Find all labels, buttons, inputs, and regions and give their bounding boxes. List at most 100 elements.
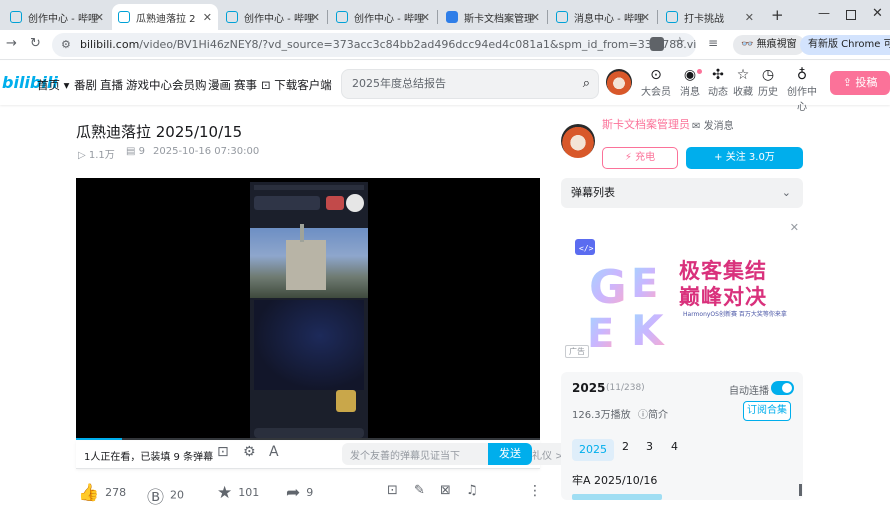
autoplay-label: 自动连播	[729, 386, 769, 397]
subscribe-collection-button[interactable]: 订阅合集	[743, 401, 791, 421]
url-input[interactable]: ⚙ bilibili.com/video/BV1Hi46zNEY8/?vd_so…	[52, 33, 696, 57]
share-arrow-icon: ➦	[286, 483, 301, 503]
send-message-link[interactable]: ✉ 发消息	[692, 117, 734, 132]
phone-sticker	[336, 390, 356, 412]
page-tab-active[interactable]: 2025	[572, 439, 614, 461]
header-history[interactable]: ◷ 历史	[751, 67, 785, 98]
close-tab-icon[interactable]: ✕	[311, 11, 320, 24]
collection-panel: 2025 (11/238) 自动连播 126.3万播放 ⓘ简介 订阅合集 202…	[561, 372, 803, 500]
browser-tab[interactable]: 斯卡文档案管理 ✕	[440, 4, 546, 30]
uploader-avatar[interactable]	[561, 124, 595, 158]
browser-tab-label: 创作中心 - 哔哩	[354, 13, 424, 25]
browser-tab-active[interactable]: 瓜熟迪落拉 2 ✕	[112, 4, 218, 30]
danmaku-send-button[interactable]: 发送	[488, 443, 532, 465]
media-controls-icon[interactable]: ≡	[708, 36, 718, 50]
video-player[interactable]	[76, 178, 540, 440]
upload-button[interactable]: ⇪ 投稿	[830, 71, 890, 95]
window-close-icon[interactable]: ✕	[872, 6, 883, 21]
danmaku-style-icon[interactable]: A	[269, 444, 279, 460]
video-frame-phone-screenshot	[250, 182, 368, 440]
close-tab-icon[interactable]: ✕	[421, 11, 430, 24]
nav-download-client[interactable]: ⊡ 下载客户端	[261, 77, 332, 93]
listen-icon[interactable]: ♫	[466, 483, 478, 498]
danmaku-settings-icon[interactable]: ⚙	[243, 444, 256, 460]
browser-tab[interactable]: 创作中心 - 哔哩 ✕	[330, 4, 436, 30]
charge-button[interactable]: ⚡ 充电	[602, 147, 678, 169]
nav-home[interactable]: 首页 ▾	[37, 77, 69, 93]
browser-tab[interactable]: 创作中心 - 哔哩 ✕	[220, 4, 326, 30]
nav-esports[interactable]: 赛事	[234, 77, 257, 93]
forward-icon[interactable]: →	[6, 36, 17, 51]
browser-tab-label: 创作中心 - 哔哩	[28, 13, 98, 25]
report-icon[interactable]: ⊠	[440, 483, 451, 498]
video-progress-bar[interactable]	[76, 438, 540, 440]
close-tab-icon[interactable]: ✕	[745, 11, 754, 24]
collection-intro[interactable]: ⓘ简介	[638, 406, 668, 421]
browser-tab[interactable]: 消息中心 - 哔哩 ✕	[550, 4, 656, 30]
search-input[interactable]: 2025年度总结报告 ⌕	[341, 69, 599, 99]
ad-close-icon[interactable]: ✕	[790, 221, 799, 234]
info-icon: ⓘ	[638, 410, 648, 421]
nav-game-center[interactable]: 游戏中心	[126, 77, 172, 93]
episode-item[interactable]: 牢A 2025/10/16	[572, 472, 657, 488]
page-tab[interactable]: 2	[622, 440, 629, 453]
viewers-status: 1人正在看，已装填 9 条弹幕	[84, 452, 214, 463]
uploader-name[interactable]: 斯卡文档案管理员	[602, 116, 690, 132]
search-placeholder: 2025年度总结报告	[352, 77, 446, 90]
tab-separator	[437, 10, 438, 24]
translate-icon[interactable]	[650, 37, 664, 51]
browser-tab[interactable]: 创作中心 - 哔哩 ✕	[4, 4, 110, 30]
follow-button[interactable]: + 关注 3.0万	[686, 147, 803, 169]
collection-count: (11/238)	[606, 383, 645, 393]
chrome-update-button[interactable]: 有新版 Chrome 可安	[800, 35, 890, 55]
like-button[interactable]: 👍 278	[78, 483, 126, 503]
nav-manga[interactable]: 漫画	[208, 77, 231, 93]
star-icon: ★	[217, 483, 233, 503]
video-title: 瓜熟迪落拉 2025/10/15	[76, 123, 243, 141]
page-tab[interactable]: 3	[646, 440, 653, 453]
more-icon[interactable]: ⋮	[528, 483, 542, 499]
favorite-button[interactable]: ★ 101	[217, 483, 259, 503]
danmaku-list-header[interactable]: 弹幕列表 ⌄	[561, 178, 803, 208]
reload-icon[interactable]: ↻	[30, 36, 41, 51]
browser-tab-strip: 创作中心 - 哔哩 ✕ 瓜熟迪落拉 2 ✕ 创作中心 - 哔哩 ✕ 创作中心 -…	[0, 0, 890, 30]
coin-button[interactable]: Ⓑ 20	[147, 483, 184, 508]
thumbs-up-icon: 👍	[78, 483, 100, 503]
minimize-icon[interactable]: —	[818, 6, 830, 20]
pin-icon[interactable]: ✎	[414, 483, 425, 498]
header-vip[interactable]: ⊙ 大会员	[639, 67, 673, 98]
note-icon[interactable]: ⊡	[387, 483, 398, 498]
nav-member-shop[interactable]: 会员购	[172, 77, 207, 93]
user-avatar[interactable]	[606, 69, 632, 95]
header-creator-center[interactable]: ♁ 创作中心	[784, 67, 820, 113]
nav-anime[interactable]: 番剧	[74, 77, 97, 93]
page-tab[interactable]: 4	[671, 440, 678, 453]
ad-banner[interactable]: </> G E E K 极客集结 巅峰对决 HarmonyOS创新赛 百万大奖等…	[561, 219, 803, 361]
svg-text:K: K	[631, 306, 665, 355]
collection-title[interactable]: 2025	[572, 381, 605, 395]
close-tab-icon[interactable]: ✕	[203, 11, 212, 24]
autoplay-toggle[interactable]	[771, 381, 794, 395]
incognito-label: 無痕視窗	[756, 39, 797, 50]
nav-live[interactable]: 直播	[100, 77, 123, 93]
search-icon[interactable]: ⌕	[583, 70, 590, 98]
browser-tab[interactable]: 打卡挑战 ✕	[660, 4, 760, 30]
incognito-chip[interactable]: 👓 無痕視窗	[733, 35, 805, 55]
close-tab-icon[interactable]: ✕	[641, 11, 650, 24]
ad-headline-2: 巅峰对决	[679, 285, 767, 309]
danmaku-toggle-icon[interactable]: ⊡	[217, 444, 229, 460]
maximize-icon[interactable]	[846, 10, 856, 20]
site-info-icon[interactable]: ⚙	[61, 33, 71, 57]
bilibili-favicon-icon	[666, 11, 678, 23]
new-tab-button[interactable]: +	[771, 6, 784, 24]
phone-input-bar	[254, 428, 364, 438]
danmaku-count: ▤ 9	[126, 146, 146, 157]
document-favicon-icon	[446, 11, 458, 23]
close-tab-icon[interactable]: ✕	[531, 11, 540, 24]
page-scrollbar[interactable]	[799, 484, 802, 496]
svg-text:E: E	[631, 261, 658, 307]
bookmark-star-icon[interactable]: ☆	[674, 35, 686, 50]
download-icon: ⊡	[261, 78, 271, 92]
close-tab-icon[interactable]: ✕	[95, 11, 104, 24]
share-button[interactable]: ➦ 9	[286, 483, 313, 503]
